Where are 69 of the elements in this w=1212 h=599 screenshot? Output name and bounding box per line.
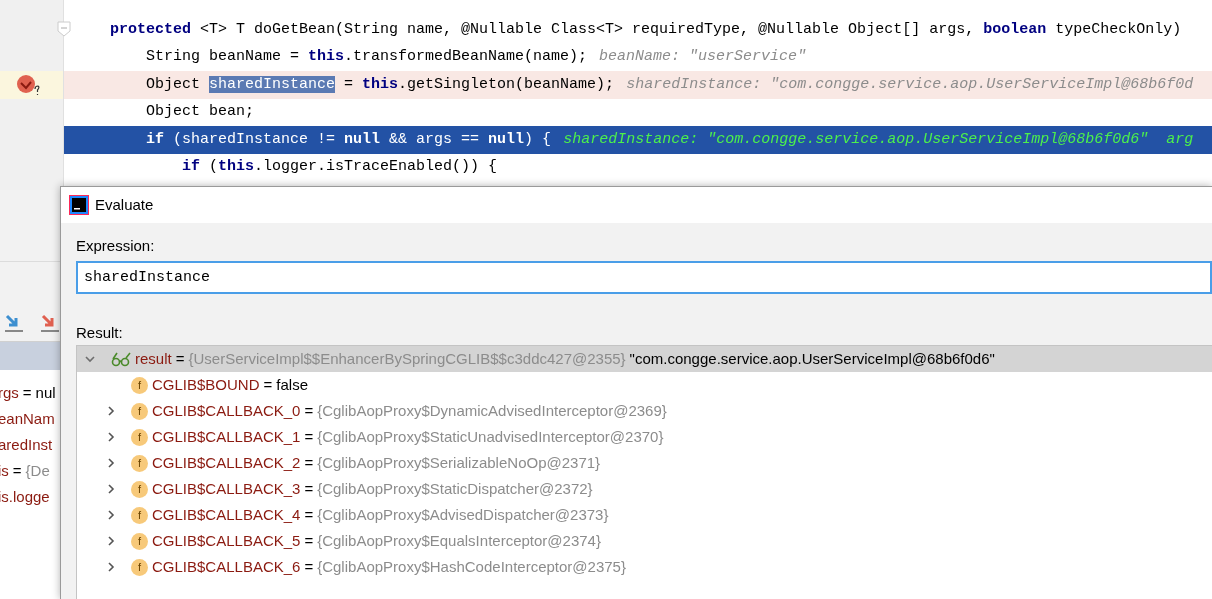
dialog-title: Evaluate xyxy=(95,194,154,215)
code-line: protected <T> T doGetBean(String name, @Nullable Class<T> requiredType, @Nullable Object[] args, boolean typeCheckOnly) xyxy=(110,19,1182,40)
field-icon: f xyxy=(131,506,148,524)
glasses-icon xyxy=(111,351,131,367)
variable-value: {De xyxy=(25,460,50,481)
chevron-down-icon[interactable] xyxy=(85,353,95,365)
chevron-right-icon[interactable] xyxy=(106,405,116,417)
field-value: {CglibAopProxy$AdvisedDispatcher@2373} xyxy=(317,504,609,525)
field-icon: f xyxy=(131,402,148,420)
inline-value-hint: sharedInstance: "com.congge.service.aop.UserServiceImpl@68b6f0d6" arg xyxy=(563,129,1194,150)
field-name: CGLIB$CALLBACK_4 xyxy=(152,504,301,525)
code-line: Object sharedInstance = this.getSingleton(beanName); xyxy=(146,74,615,95)
code-line: Object bean; xyxy=(146,102,255,122)
code-line: if (this.logger.isTraceEnabled()) { xyxy=(182,157,498,177)
field-value: {CglibAopProxy$EqualsInterceptor@2374} xyxy=(317,530,601,551)
field-icon: f xyxy=(131,532,148,550)
field-value: false xyxy=(276,374,308,395)
field-value: {CglibAopProxy$HashCodeInterceptor@2375} xyxy=(317,556,626,577)
field-name: CGLIB$CALLBACK_1 xyxy=(152,426,301,447)
equals-sign: = xyxy=(304,530,314,551)
node-name: result xyxy=(135,348,172,369)
app-logo-icon xyxy=(69,195,89,215)
inline-value-hint: beanName: "userService" xyxy=(599,47,807,67)
field-name: CGLIB$CALLBACK_0 xyxy=(152,400,301,421)
equals-sign: = xyxy=(175,348,185,369)
field-icon: f xyxy=(131,376,148,394)
string-value: "com.congge.service.aop.UserServiceImpl@68b6f0d6" xyxy=(629,348,995,369)
equals-sign: = xyxy=(304,504,314,525)
expression-field[interactable]: sharedInstance xyxy=(76,261,1212,294)
force-step-into-icon[interactable] xyxy=(40,313,60,333)
frame-header-bar xyxy=(0,342,60,370)
code-line: if (sharedInstance != null && args == null) { xyxy=(146,129,552,150)
chevron-right-icon[interactable] xyxy=(106,483,116,495)
field-icon: f xyxy=(131,454,148,472)
field-value: {CglibAopProxy$StaticDispatcher@2372} xyxy=(317,478,593,499)
field-value: {CglibAopProxy$StaticUnadvisedInterceptor@2370} xyxy=(317,426,664,447)
fold-marker-icon[interactable] xyxy=(57,21,71,37)
field-name: CGLIB$CALLBACK_2 xyxy=(152,452,301,473)
chevron-right-icon[interactable] xyxy=(106,457,116,469)
chevron-right-icon[interactable] xyxy=(106,535,116,547)
equals-sign: = xyxy=(304,400,314,421)
tree-row[interactable]: result = {UserServiceImpl$$EnhancerBySpringCGLIB$$c3ddc427@2355} "com.congge.service.aop.UserServiceImpl@68b6f0d6" xyxy=(77,346,1212,372)
field-name: CGLIB$CALLBACK_6 xyxy=(152,556,301,577)
field-value: {CglibAopProxy$DynamicAdvisedInterceptor@2369} xyxy=(317,400,667,421)
field-icon: f xyxy=(131,480,148,498)
equals-sign: = xyxy=(263,374,273,395)
breakpoint-icon[interactable] xyxy=(15,73,42,96)
inline-value-hint: sharedInstance: "com.congge.service.aop.UserServiceImpl@68b6f0d xyxy=(626,74,1194,95)
field-value: {CglibAopProxy$SerializableNoOp@2371} xyxy=(317,452,601,473)
field-icon: f xyxy=(131,428,148,446)
field-name: CGLIB$CALLBACK_3 xyxy=(152,478,301,499)
chevron-right-icon[interactable] xyxy=(106,431,116,443)
expression-label: Expression: xyxy=(76,236,156,256)
equals-sign: = xyxy=(22,382,32,403)
step-into-icon[interactable] xyxy=(4,313,24,333)
equals-sign: = xyxy=(304,556,314,577)
chevron-right-icon[interactable] xyxy=(106,561,116,573)
equals-sign: = xyxy=(304,452,314,473)
code-line: String beanName = this.transformedBeanName(name); xyxy=(146,47,588,67)
equals-sign: = xyxy=(304,426,314,447)
chevron-right-icon[interactable] xyxy=(106,509,116,521)
field-icon: f xyxy=(131,558,148,576)
object-reference: {UserServiceImpl$$EnhancerBySpringCGLIB$$c3ddc427@2355} xyxy=(188,348,626,369)
result-label: Result: xyxy=(76,323,124,342)
field-name: CGLIB$BOUND xyxy=(152,374,260,395)
field-name: CGLIB$CALLBACK_5 xyxy=(152,530,301,551)
equals-sign: = xyxy=(304,478,314,499)
equals-sign: = xyxy=(12,460,22,481)
variable-value: nul xyxy=(35,382,56,403)
